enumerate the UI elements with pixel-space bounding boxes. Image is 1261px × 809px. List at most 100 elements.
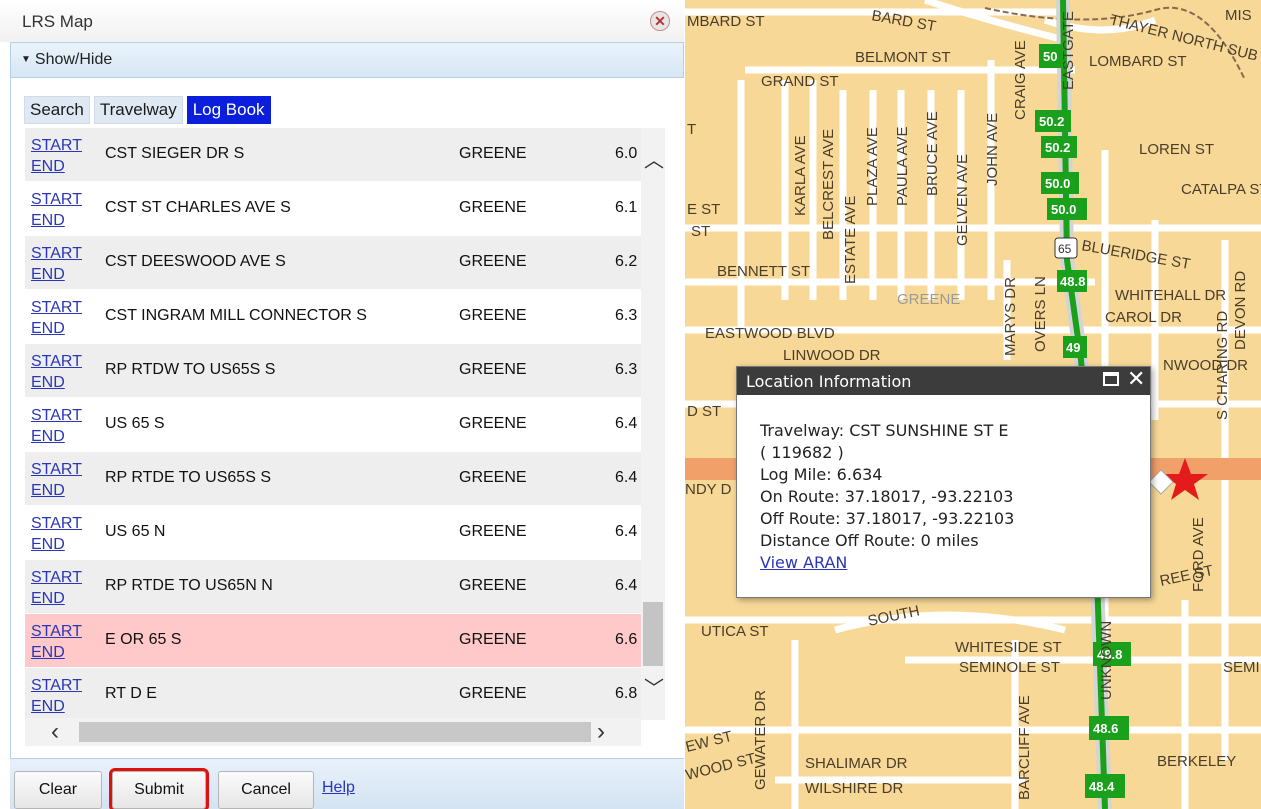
end-link[interactable]: END xyxy=(31,534,91,555)
distance-text: Distance Off Route: 0 miles xyxy=(760,531,979,550)
tab-search[interactable]: Search xyxy=(24,96,90,124)
panel-titlebar: LRS Map ✕ xyxy=(0,0,684,42)
table-row[interactable]: START END RT D E GREENE 6.8 xyxy=(25,668,641,718)
start-link[interactable]: START xyxy=(31,297,91,318)
tab-travelway[interactable]: Travelway xyxy=(93,96,183,124)
close-icon[interactable]: ✕ xyxy=(1127,368,1145,392)
vertical-scroll-thumb[interactable] xyxy=(643,602,663,666)
county: GREENE xyxy=(459,415,527,432)
table-row[interactable]: START END CST INGRAM MILL CONNECTOR S GREEN… xyxy=(25,290,641,343)
travelway-name: RP RTDE TO US65S S xyxy=(105,469,271,486)
travelway-text: Travelway: CST SUNSHINE ST E xyxy=(760,421,1009,440)
cancel-button[interactable]: Cancel xyxy=(218,771,314,809)
horizontal-scrollbar[interactable]: ‹ › xyxy=(25,718,641,746)
clear-button[interactable]: Clear xyxy=(14,771,102,809)
table-row[interactable]: START END RP RTDW TO US65S S GREENE 6.3 xyxy=(25,344,641,397)
location-info-popup: Location Information ✕ Travelway: CST SU… xyxy=(736,366,1151,598)
street-label: MIS xyxy=(1225,7,1252,24)
county: GREENE xyxy=(459,685,527,702)
street-label: E ST xyxy=(687,201,720,218)
mile-marker-label: 50.2 xyxy=(1045,140,1070,155)
start-link[interactable]: START xyxy=(31,351,91,372)
end-link[interactable]: END xyxy=(31,588,91,609)
chevron-up-icon[interactable]: ︿ xyxy=(644,144,664,173)
street-label: WILSHIRE DR xyxy=(805,780,904,797)
end-link[interactable]: END xyxy=(31,318,91,339)
start-link[interactable]: START xyxy=(31,405,91,426)
panel-title: LRS Map xyxy=(22,12,93,31)
tab-bar: Search Travelway Log Book xyxy=(24,96,271,124)
travelway-name: RP RTDE TO US65N N xyxy=(105,577,273,594)
start-end-links: START END xyxy=(31,621,91,663)
table-row[interactable]: START END CST SIEGER DR S GREENE 6.0 xyxy=(25,128,641,181)
table-row[interactable]: START END RP RTDE TO US65N N GREENE 6.4 xyxy=(25,560,641,613)
street-label: BENNETT ST xyxy=(717,263,810,280)
vertical-scrollbar[interactable]: ︿ ﹀ xyxy=(641,128,665,720)
street-label: NWOOD DR xyxy=(1163,357,1248,374)
end-link[interactable]: END xyxy=(31,480,91,501)
table-row[interactable]: START END RP RTDE TO US65S S GREENE 6.4 xyxy=(25,452,641,505)
start-link[interactable]: START xyxy=(31,189,91,210)
street-label: BARCLIFF AVE xyxy=(1016,695,1033,800)
end-link[interactable]: END xyxy=(31,696,91,717)
table-row[interactable]: START END CST ST CHARLES AVE S GREENE 6.1 xyxy=(25,182,641,235)
street-label: WHITEHALL DR xyxy=(1115,287,1226,304)
start-link[interactable]: START xyxy=(31,513,91,534)
popup-header: Location Information ✕ xyxy=(737,367,1150,395)
view-aran-link[interactable]: View ARAN xyxy=(760,552,1014,574)
street-label: CAROL DR xyxy=(1105,309,1182,326)
start-link[interactable]: START xyxy=(31,243,91,264)
mile-marker-label: 48.4 xyxy=(1089,779,1115,794)
table-row[interactable]: START END US 65 N GREENE 6.4 xyxy=(25,506,641,559)
end-link[interactable]: END xyxy=(31,156,91,177)
chevron-left-icon[interactable]: ‹ xyxy=(51,718,59,746)
county: GREENE xyxy=(459,523,527,540)
caret-down-icon: ▼ xyxy=(21,54,31,65)
end-link[interactable]: END xyxy=(31,210,91,231)
start-end-links: START END xyxy=(31,405,91,447)
start-end-links: START END xyxy=(31,135,91,177)
log-mile: 6.6 xyxy=(615,631,638,648)
street-label: WOOD ST xyxy=(685,750,758,784)
street-label: SEMINOLE ST xyxy=(959,659,1060,676)
horizontal-scroll-thumb[interactable] xyxy=(79,722,591,742)
end-link[interactable]: END xyxy=(31,372,91,393)
street-label: EASTGATE xyxy=(1060,11,1077,90)
street-label: SHALIMAR DR xyxy=(805,755,908,772)
end-link[interactable]: END xyxy=(31,426,91,447)
mile-marker-label: 50.0 xyxy=(1045,176,1070,191)
start-end-links: START END xyxy=(31,459,91,501)
show-hide-toggle[interactable]: ▼ Show/Hide xyxy=(10,42,684,78)
street-label: BELCREST AVE xyxy=(820,129,837,240)
table-row[interactable]: START END E OR 65 S GREENE 6.6 xyxy=(25,614,641,667)
end-link[interactable]: END xyxy=(31,264,91,285)
start-end-links: START END xyxy=(31,297,91,339)
help-link[interactable]: Help xyxy=(322,779,355,797)
table-row[interactable]: START END CST DEESWOOD AVE S GREENE 6.2 xyxy=(25,236,641,289)
street-label: KARLA AVE xyxy=(792,135,809,216)
start-link[interactable]: START xyxy=(31,567,91,588)
end-link[interactable]: END xyxy=(31,642,91,663)
start-link[interactable]: START xyxy=(31,135,91,156)
close-circle-icon[interactable]: ✕ xyxy=(650,11,670,31)
start-link[interactable]: START xyxy=(31,459,91,480)
county: GREENE xyxy=(459,577,527,594)
mile-marker-label: 50.0 xyxy=(1051,202,1076,217)
tab-log-book[interactable]: Log Book xyxy=(186,96,271,124)
start-link[interactable]: START xyxy=(31,675,91,696)
chevron-down-icon[interactable]: ﹀ xyxy=(644,672,664,701)
log-mile-text: Log Mile: 6.634 xyxy=(760,465,883,484)
table-row[interactable]: START END US 65 S GREENE 6.4 xyxy=(25,398,641,451)
county: GREENE xyxy=(459,307,527,324)
street-label: ESTATE AVE xyxy=(842,196,859,284)
chevron-right-icon[interactable]: › xyxy=(597,718,605,746)
submit-button[interactable]: Submit xyxy=(109,768,209,809)
show-hide-label: Show/Hide xyxy=(34,51,113,68)
maximize-icon[interactable] xyxy=(1103,372,1119,386)
county-label: GREENE xyxy=(897,291,960,308)
street-label: EASTWOOD BLVD xyxy=(705,325,835,342)
start-link[interactable]: START xyxy=(31,621,91,642)
street-label: ST xyxy=(691,223,710,240)
travelway-name: US 65 S xyxy=(105,415,165,432)
street-label: PAULA AVE xyxy=(894,127,911,207)
